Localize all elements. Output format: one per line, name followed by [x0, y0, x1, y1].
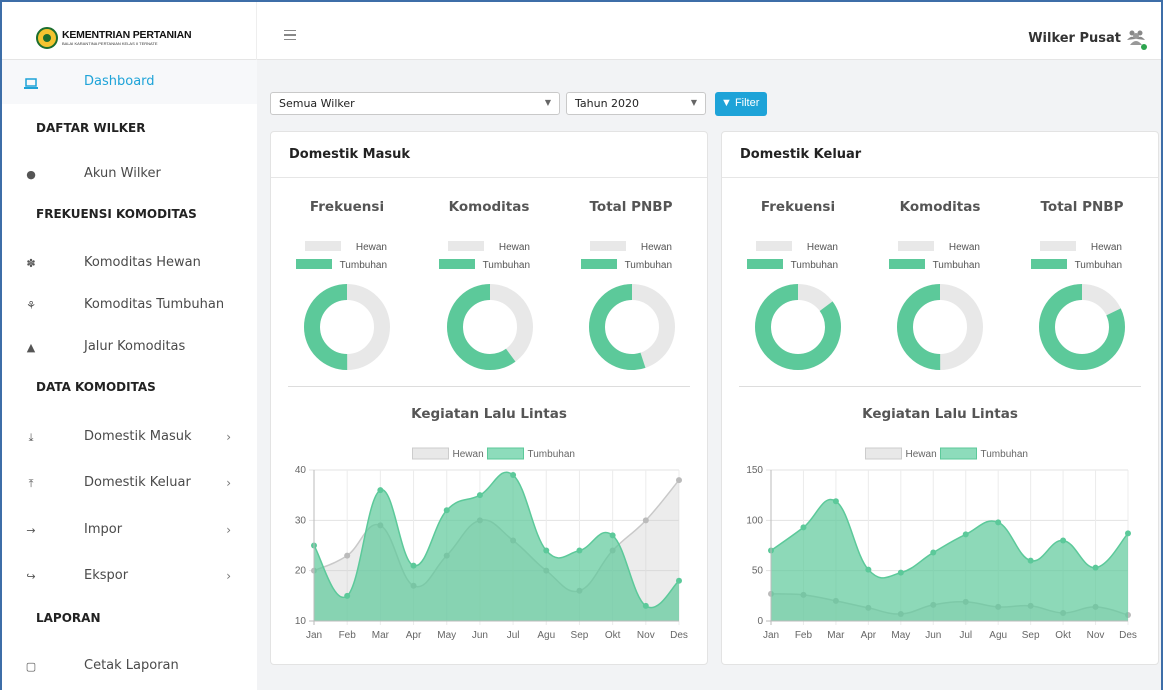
- card-title: Domestik Keluar: [740, 147, 862, 162]
- sidebar-item-label: Dashboard: [84, 74, 155, 89]
- wilker-select[interactable]: Semua Wilker ▼: [270, 92, 560, 115]
- caret-down-icon: ▼: [544, 98, 551, 107]
- sidebar-item-label: Impor: [84, 522, 123, 537]
- sign-in-icon: →: [26, 524, 36, 537]
- keluar-pnbp-title: Total PNBP: [1040, 199, 1124, 215]
- sign-out-icon: ↪: [26, 570, 36, 583]
- keluar-chart-title: Kegiatan Lalu Lintas: [862, 406, 1018, 422]
- divider: [288, 386, 690, 387]
- sidebar-item-akun-wilker[interactable]: ● Akun Wilker: [2, 159, 257, 195]
- chevron-right-icon: ›: [226, 523, 231, 537]
- filter-icon: ▼: [721, 97, 732, 109]
- masuk-pnbp-title: Total PNBP: [589, 199, 673, 215]
- sidebar-item-cetak-laporan[interactable]: ▢ Cetak Laporan: [2, 651, 257, 687]
- brand-title: KEMENTRIAN PERTANIAN: [62, 29, 192, 41]
- ministry-logo: [36, 27, 58, 49]
- section-laporan: LAPORAN: [36, 611, 101, 625]
- card-header: Domestik Keluar: [722, 132, 1158, 178]
- brand-subtitle: BALAI KARANTINA PERTANIAN KELAS II TERNA…: [62, 41, 158, 46]
- masuk-chart-title: Kegiatan Lalu Lintas: [411, 406, 567, 422]
- sidebar-item-label: Domestik Masuk: [84, 429, 192, 444]
- card-header: Domestik Masuk: [271, 132, 707, 178]
- sidebar-item-label: Cetak Laporan: [84, 658, 179, 673]
- caret-down-icon: ▼: [690, 98, 697, 107]
- sidebar-item-jalur-komoditas[interactable]: ▲ Jalur Komoditas: [2, 332, 257, 368]
- sidebar-item-komoditas-tumbuhan[interactable]: ⚘ Komoditas Tumbuhan: [2, 290, 257, 326]
- menu-toggle-icon[interactable]: [284, 30, 296, 40]
- user-name[interactable]: Wilker Pusat: [1028, 31, 1121, 46]
- divider: [739, 386, 1141, 387]
- tahun-select-value: Tahun 2020: [575, 97, 640, 110]
- seedling-icon: ⚘: [26, 299, 36, 312]
- paw-icon: ✽: [26, 257, 36, 270]
- filter-button[interactable]: ▼ Filter: [715, 92, 767, 116]
- online-status-dot: [1141, 44, 1147, 50]
- chevron-right-icon: ›: [226, 476, 231, 490]
- brand[interactable]: KEMENTRIAN PERTANIAN BALAI KARANTINA PER…: [2, 2, 257, 60]
- sidebar-item-label: Jalur Komoditas: [84, 339, 186, 354]
- chevron-right-icon: ›: [226, 569, 231, 583]
- card-title: Domestik Masuk: [289, 147, 411, 162]
- masuk-frekuensi-title: Frekuensi: [309, 199, 385, 215]
- section-daftar-wilker: DAFTAR WILKER: [36, 121, 146, 135]
- wilker-select-value: Semua Wilker: [279, 97, 355, 110]
- road-icon: ▲: [26, 341, 36, 354]
- filter-button-label: Filter: [734, 97, 760, 109]
- sidebar-item-domestik-keluar[interactable]: ⤒ Domestik Keluar ›: [2, 468, 257, 504]
- sidebar-item-domestik-masuk[interactable]: ⤓ Domestik Masuk ›: [2, 422, 257, 458]
- sidebar-item-label: Akun Wilker: [84, 166, 161, 181]
- laptop-icon: [24, 78, 38, 89]
- sidebar-item-label: Ekspor: [84, 568, 129, 583]
- chevron-right-icon: ›: [226, 430, 231, 444]
- masuk-komoditas-title: Komoditas: [448, 199, 530, 215]
- sidebar-item-label: Domestik Keluar: [84, 475, 191, 490]
- section-frekuensi-komoditas: FREKUENSI KOMODITAS: [36, 207, 197, 221]
- users-icon: ●: [26, 168, 36, 181]
- users-icon[interactable]: [1127, 29, 1145, 45]
- topbar: KEMENTRIAN PERTANIAN BALAI KARANTINA PER…: [2, 2, 1161, 60]
- sidebar-item-impor[interactable]: → Impor ›: [2, 515, 257, 551]
- sidebar-item-label: Komoditas Tumbuhan: [84, 297, 225, 312]
- keluar-frekuensi-title: Frekuensi: [760, 199, 836, 215]
- sidebar-item-dashboard[interactable]: Dashboard: [2, 60, 257, 104]
- keluar-komoditas-title: Komoditas: [899, 199, 981, 215]
- sidebar-item-label: Komoditas Hewan: [84, 255, 201, 270]
- sidebar: Dashboard DAFTAR WILKER ● Akun Wilker FR…: [2, 60, 257, 690]
- upload-icon: ⤒: [28, 477, 34, 490]
- download-icon: ⤓: [28, 431, 34, 444]
- sidebar-item-komoditas-hewan[interactable]: ✽ Komoditas Hewan: [2, 248, 257, 284]
- sidebar-item-ekspor[interactable]: ↪ Ekspor ›: [2, 561, 257, 597]
- clipboard-icon: ▢: [25, 660, 37, 673]
- section-data-komoditas: DATA KOMODITAS: [36, 380, 156, 394]
- tahun-select[interactable]: Tahun 2020 ▼: [566, 92, 706, 115]
